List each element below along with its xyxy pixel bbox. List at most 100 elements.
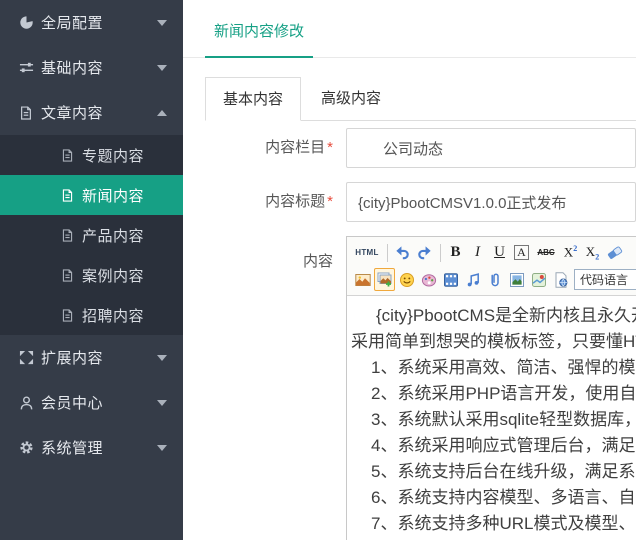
editor-content-area[interactable]: {city}PbootCMS是全新内核且永久开源免费的PHP企业网站开发建设管理… <box>347 296 636 540</box>
sidebar-item-label: 基础内容 <box>41 57 157 78</box>
redo-button[interactable] <box>414 241 435 264</box>
title-label: 内容标题* <box>183 182 346 222</box>
file-icon <box>61 228 75 243</box>
gear-icon <box>19 440 34 456</box>
image-icon <box>355 272 371 288</box>
editor-line: {city}PbootCMS是全新内核且永久开源免费的PHP企业网站开发建设管理… <box>351 303 636 329</box>
bold-button[interactable]: B <box>445 241 466 264</box>
editor-toolbar: HTML B I U A <box>347 237 636 296</box>
toolbar-separator <box>440 244 441 262</box>
content-label-text: 内容 <box>303 253 333 270</box>
sidebar-subitem-label: 新闻内容 <box>82 185 144 206</box>
file-icon <box>61 268 75 283</box>
toolbar-row-2: 代码语言 <box>352 266 636 293</box>
content-label: 内容 <box>183 236 346 540</box>
editor-line: 3、系统默认采用sqlite轻型数据库，放入PHP空间即可直接使用； <box>351 407 636 433</box>
font-color-button[interactable]: A <box>511 241 532 264</box>
multi-image-button[interactable] <box>374 268 395 291</box>
editor-line: 7、系统支持多种URL模式及模型、栏目、内容多级自定义伪静态设置； <box>351 511 636 537</box>
insert-file-button[interactable] <box>550 268 571 291</box>
insert-music-button[interactable] <box>462 268 483 291</box>
tab-advanced-content[interactable]: 高级内容 <box>301 77 401 120</box>
tab-basic-content[interactable]: 基本内容 <box>205 77 301 121</box>
rich-text-editor: HTML B I U A <box>346 236 636 540</box>
sidebar-subitem-label: 案例内容 <box>82 265 144 286</box>
media-icon <box>443 272 459 288</box>
form-row-category: 内容栏目* 公司动态 <box>183 128 636 168</box>
required-mark: * <box>327 193 333 210</box>
attachment-button[interactable] <box>484 268 505 291</box>
emoticon-button[interactable] <box>396 268 417 291</box>
music-icon <box>465 272 481 288</box>
toolbar-row-1: HTML B I U A <box>352 239 636 266</box>
sidebar-item-basic-content[interactable]: 基础内容 <box>0 45 183 90</box>
editor-line: 1、系统采用高效、简洁、强悍的模板标签，只要懂html就可快速开发企业网站； <box>351 355 636 381</box>
sidebar-subitem-product-content[interactable]: 产品内容 <box>0 215 183 255</box>
redo-icon <box>416 244 433 261</box>
editor-line: 2、系统采用PHP语言开发，使用自主研发的高速多层开发框架及缓存技术； <box>351 381 636 407</box>
file-icon <box>61 308 75 323</box>
sidebar-item-extend-content[interactable]: 扩展内容 <box>0 335 183 380</box>
editor-line: 4、系统采用响应式管理后台，满足各种终端设备管理需要； <box>351 433 636 459</box>
user-icon <box>19 395 34 411</box>
strikethrough-button[interactable]: ABC <box>533 241 559 264</box>
sidebar-subitem-topic-content[interactable]: 专题内容 <box>0 135 183 175</box>
multi-image-icon <box>377 272 393 288</box>
toolbar-separator <box>387 244 388 262</box>
editor-line: 5、系统支持后台在线升级，满足系统及时更新修复的需要； <box>351 459 636 485</box>
main-content: 新闻内容修改 基本内容 高级内容 内容栏目* 公司动态 内容标题* <box>183 0 636 540</box>
sidebar-subitem-label: 专题内容 <box>82 145 144 166</box>
sidebar-item-system-manage[interactable]: 系统管理 <box>0 425 183 470</box>
code-language-select[interactable]: 代码语言 <box>574 269 636 290</box>
content-form: 内容栏目* 公司动态 内容标题* 内容 <box>183 128 636 540</box>
file-icon <box>19 105 34 121</box>
sidebar-subitem-case-content[interactable]: 案例内容 <box>0 255 183 295</box>
emoticon-icon <box>399 272 415 288</box>
sidebar-item-label: 会员中心 <box>41 392 157 413</box>
flash-icon <box>509 272 525 288</box>
chevron-down-icon <box>157 20 167 26</box>
palette-button[interactable] <box>418 268 439 291</box>
chevron-down-icon <box>157 400 167 406</box>
chevron-down-icon <box>157 445 167 451</box>
sidebar-item-label: 扩展内容 <box>41 347 157 368</box>
insert-media-button[interactable] <box>440 268 461 291</box>
category-select-value: 公司动态 <box>347 138 443 159</box>
page-tab-news-edit[interactable]: 新闻内容修改 <box>205 20 313 58</box>
sidebar: 全局配置 基础内容 文章内容 专题内容 <box>0 0 183 540</box>
sliders-icon <box>19 60 34 76</box>
underline-button[interactable]: U <box>489 241 510 264</box>
sidebar-item-member-center[interactable]: 会员中心 <box>0 380 183 425</box>
sidebar-item-label: 系统管理 <box>41 437 157 458</box>
italic-button[interactable]: I <box>467 241 488 264</box>
remove-format-button[interactable] <box>604 241 625 264</box>
file-icon <box>61 148 75 163</box>
page-globe-icon <box>553 272 569 288</box>
sidebar-item-label: 全局配置 <box>41 12 157 33</box>
sidebar-subitem-recruit-content[interactable]: 招聘内容 <box>0 295 183 335</box>
sidebar-item-global-config[interactable]: 全局配置 <box>0 0 183 45</box>
undo-button[interactable] <box>392 241 413 264</box>
map-icon <box>531 272 547 288</box>
sidebar-subitem-label: 招聘内容 <box>82 305 144 326</box>
attachment-icon <box>487 272 503 288</box>
insert-image-button[interactable] <box>352 268 373 291</box>
eraser-icon <box>606 244 623 261</box>
category-label: 内容栏目* <box>183 128 346 168</box>
category-label-text: 内容栏目 <box>265 139 325 156</box>
subscript-button[interactable]: X2 <box>582 241 603 264</box>
superscript-button[interactable]: X2 <box>560 241 581 264</box>
sidebar-subitem-news-content[interactable]: 新闻内容 <box>0 175 183 215</box>
category-select[interactable]: 公司动态 <box>346 128 636 168</box>
sidebar-item-article-content[interactable]: 文章内容 <box>0 90 183 135</box>
flash-button[interactable] <box>506 268 527 291</box>
chevron-down-icon <box>157 65 167 71</box>
expand-icon <box>19 350 34 366</box>
app: 全局配置 基础内容 文章内容 专题内容 <box>0 0 636 540</box>
file-icon <box>61 188 75 203</box>
editor-line: 采用简单到想哭的模板标签，只要懂HTML就可快速开发企业网站。 <box>351 329 636 355</box>
map-button[interactable] <box>528 268 549 291</box>
source-code-button[interactable]: HTML <box>352 241 382 264</box>
title-input[interactable] <box>346 182 636 222</box>
content-tab-strip: 基本内容 高级内容 <box>205 77 636 121</box>
